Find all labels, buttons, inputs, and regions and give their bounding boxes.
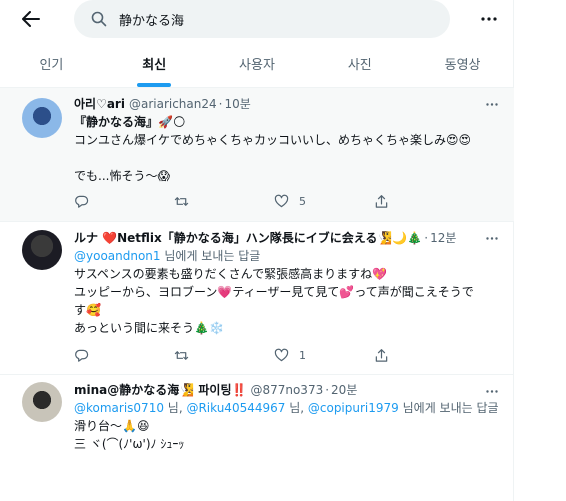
author-name[interactable]: 아리♡ari	[74, 96, 125, 113]
tweet-header: 아리♡ari @ariarichan24 · 10분	[74, 96, 502, 113]
author-handle[interactable]: @877no373	[250, 382, 323, 399]
search-input[interactable]	[119, 11, 419, 27]
tab-people[interactable]: 사용자	[206, 40, 309, 87]
tab-latest[interactable]: 최신	[103, 40, 206, 87]
author-name[interactable]: ルナ ❤️Netflix「静かなる海」ハン隊長にイブに会える🧏🌙🎄	[74, 230, 422, 247]
search-icon	[91, 11, 107, 27]
mention-link[interactable]: @yooandnon1	[74, 249, 161, 263]
header	[0, 0, 514, 40]
arrow-left-icon	[22, 11, 40, 27]
timestamp[interactable]: 10분	[224, 96, 250, 113]
tweet-more-button[interactable]	[484, 383, 500, 399]
more-horizontal-icon	[481, 17, 497, 21]
retweet-icon	[174, 196, 189, 206]
share-icon	[375, 194, 388, 208]
tweet-header: ルナ ❤️Netflix「静かなる海」ハン隊長にイブに会える🧏🌙🎄 · 12분	[74, 230, 502, 247]
tweet-line: サスペンスの要素も盛りだくさんで緊張感高まりますね💖	[74, 267, 388, 281]
tweet-line: コンユさん爆イケでめちゃくちゃカッコいいし、めちゃくちゃ楽しみ😍😍	[74, 133, 472, 147]
avatar[interactable]	[22, 382, 62, 422]
page-margin	[514, 0, 566, 501]
more-horizontal-icon	[486, 389, 498, 393]
search-tabs: 인기 최신 사용자 사진 동영상	[0, 40, 514, 88]
tweet-text: 『静かなる海』🚀🌕 コンユさん爆イケでめちゃくちゃカッコいいし、めちゃくちゃ楽し…	[74, 113, 502, 185]
like-button[interactable]: 5	[274, 192, 344, 210]
tweet-more-button[interactable]	[484, 96, 500, 112]
tweet-content: 아리♡ari @ariarichan24 · 10분 『静かなる海』🚀🌕 コンユ…	[74, 96, 502, 185]
heart-icon	[274, 194, 289, 207]
tweet-text: サスペンスの要素も盛りだくさんで緊張感高まりますね💖 ユッピーから、ヨロブーン💗…	[74, 265, 502, 337]
heart-icon	[274, 348, 289, 361]
tweet-line: す🥰	[74, 303, 101, 317]
reply-suffix: 님에게 보내는 답글	[160, 249, 261, 263]
tweet-line	[74, 149, 502, 167]
more-horizontal-icon	[486, 236, 498, 240]
more-horizontal-icon	[486, 102, 498, 106]
tweet-content: mina@静かなる海🧏 파이팅‼️ @877no373 · 20분 @komar…	[74, 382, 502, 453]
reply-suffix: 님에게 보내는 답글	[398, 401, 499, 415]
tweet-line: ユッピーから、ヨロブーン💗ティーザー見て見て💕って声が聞こえそうで	[74, 285, 474, 299]
retweet-icon	[174, 350, 189, 360]
more-options-button[interactable]	[478, 8, 500, 30]
share-button[interactable]	[374, 192, 444, 210]
tweet-content: ルナ ❤️Netflix「静かなる海」ハン隊長にイブに会える🧏🌙🎄 · 12분 …	[74, 230, 502, 337]
reply-separator: 님,	[285, 401, 308, 415]
tweet-line: 滑り台～🙏😆	[74, 419, 150, 433]
share-button[interactable]	[374, 346, 444, 364]
reply-context: @yooandnon1 님에게 보내는 답글	[74, 247, 502, 265]
separator-dot: ·	[424, 231, 429, 245]
tweet[interactable]: 아리♡ari @ariarichan24 · 10분 『静かなる海』🚀🌕 コンユ…	[0, 88, 514, 222]
search-box[interactable]	[74, 0, 450, 38]
author-handle[interactable]: @ariarichan24	[129, 96, 217, 113]
tab-photos[interactable]: 사진	[308, 40, 411, 87]
reply-button[interactable]	[74, 192, 144, 210]
timestamp[interactable]: 12분	[430, 230, 456, 247]
tweet-line: 『静かなる海』🚀🌕	[74, 115, 186, 129]
separator-dot: ·	[325, 383, 330, 397]
reply-icon	[75, 349, 89, 362]
like-button[interactable]: 1	[274, 346, 344, 364]
avatar[interactable]	[22, 98, 62, 138]
reply-icon	[75, 195, 89, 208]
search-results-page: 인기 최신 사용자 사진 동영상 아리♡ari @ariarichan24 · …	[0, 0, 514, 501]
like-count: 5	[299, 194, 306, 208]
retweet-button[interactable]	[174, 346, 244, 364]
tweet-line: 三 ヾ(⌒(ﾉ'ω')ﾉ ｼｭｰｯ	[74, 437, 185, 451]
like-count: 1	[299, 348, 306, 362]
timestamp[interactable]: 20분	[331, 382, 357, 399]
avatar[interactable]	[22, 230, 62, 270]
tweet-line: でも...怖そう～😱	[74, 169, 170, 183]
tab-top[interactable]: 인기	[0, 40, 103, 87]
tweet-more-button[interactable]	[484, 230, 500, 246]
reply-button[interactable]	[74, 346, 144, 364]
tab-videos[interactable]: 동영상	[411, 40, 514, 87]
tweet[interactable]: ルナ ❤️Netflix「静かなる海」ハン隊長にイブに会える🧏🌙🎄 · 12분 …	[0, 222, 514, 375]
separator-dot: ·	[218, 97, 223, 111]
tweet-line: あっという間に来そう🎄❄️	[74, 321, 224, 335]
tweet-header: mina@静かなる海🧏 파이팅‼️ @877no373 · 20분	[74, 382, 502, 399]
tweet-actions: 1	[74, 346, 444, 364]
mention-link[interactable]: @Riku40544967	[186, 401, 285, 415]
back-button[interactable]	[18, 8, 44, 30]
retweet-button[interactable]	[174, 192, 244, 210]
reply-separator: 님,	[163, 401, 187, 415]
reply-context: @komaris0710 님, @Riku40544967 님, @copipu…	[74, 399, 502, 417]
mention-link[interactable]: @copipuri1979	[308, 401, 399, 415]
tweet[interactable]: mina@静かなる海🧏 파이팅‼️ @877no373 · 20분 @komar…	[0, 375, 514, 501]
mention-link[interactable]: @komaris0710	[74, 401, 164, 415]
tweet-text: 滑り台～🙏😆 三 ヾ(⌒(ﾉ'ω')ﾉ ｼｭｰｯ	[74, 417, 502, 453]
author-name[interactable]: mina@静かなる海🧏 파이팅‼️	[74, 382, 246, 399]
share-icon	[375, 348, 388, 362]
tweet-actions: 5	[74, 192, 444, 210]
